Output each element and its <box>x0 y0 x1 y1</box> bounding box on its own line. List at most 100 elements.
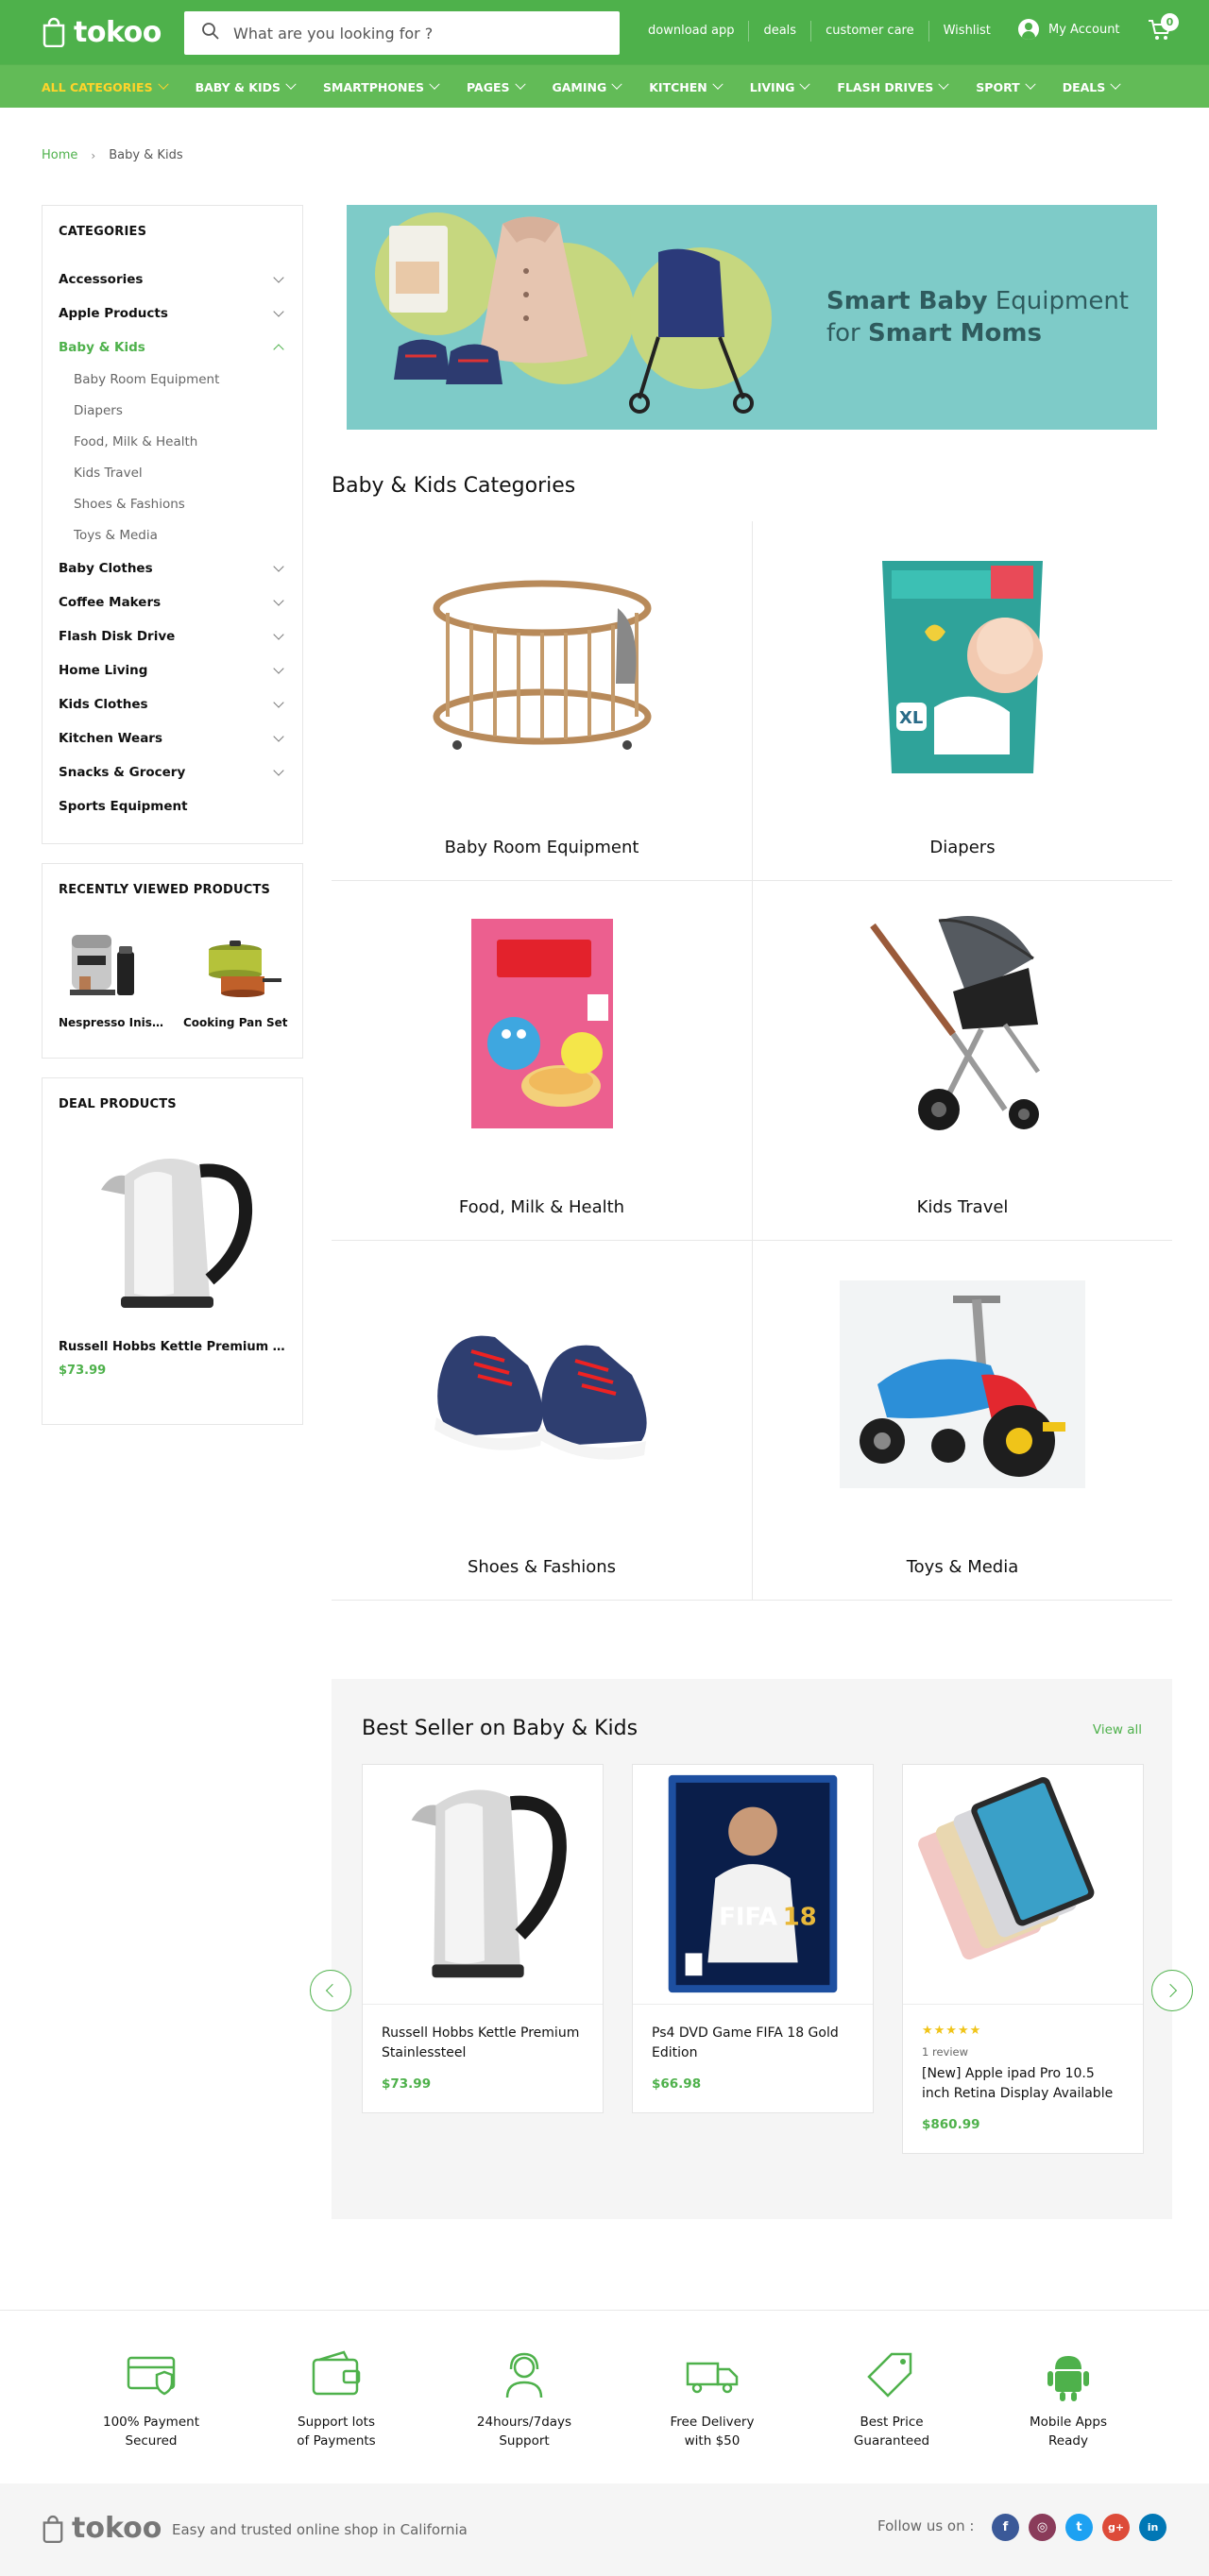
download-app-link[interactable]: download app <box>634 21 750 42</box>
recent-product-name[interactable]: Cooking Pan Set <box>183 1016 295 1029</box>
logo[interactable]: tokoo <box>42 13 162 51</box>
product-card[interactable]: Russell Hobbs Kettle Premium Stainlesste… <box>362 1764 604 2113</box>
chevron-down-icon <box>712 78 724 90</box>
recent-product-name[interactable]: Nespresso Inissia Espresso Maker <box>59 1016 170 1029</box>
product-image[interactable] <box>363 1765 603 2005</box>
category-kitchen-wears[interactable]: Kitchen Wears <box>59 721 286 755</box>
search-icon <box>201 22 233 44</box>
user-icon <box>1018 19 1039 40</box>
category-tile-kids-travel[interactable]: Kids Travel <box>752 881 1172 1241</box>
chevron-down-icon[interactable] <box>273 629 284 640</box>
chevron-down-icon[interactable] <box>273 731 284 742</box>
nav-kitchen[interactable]: KITCHEN <box>649 78 724 94</box>
chevron-down-icon[interactable] <box>273 272 284 283</box>
category-tile-label[interactable]: Baby Room Equipment <box>332 838 752 857</box>
chevron-down-icon[interactable] <box>273 306 284 317</box>
chevron-down-icon[interactable] <box>273 663 284 674</box>
category-tile-toys[interactable]: Toys & Media <box>752 1241 1172 1601</box>
category-tile-label[interactable]: Toys & Media <box>753 1557 1172 1577</box>
footer-tagline: Easy and trusted online shop in Californ… <box>172 2521 468 2538</box>
wishlist-link[interactable]: Wishlist <box>929 21 1005 42</box>
carousel-next-button[interactable] <box>1151 1970 1193 2011</box>
category-grid: Baby Room Equipment XL Diapers Food, Mil… <box>332 521 1172 1601</box>
deals-link[interactable]: deals <box>749 21 812 42</box>
chevron-up-icon[interactable] <box>273 344 284 355</box>
espresso-machine-image[interactable] <box>59 924 170 1008</box>
recent-product[interactable]: Cooking Pan Set <box>183 924 295 1029</box>
category-accessories[interactable]: Accessories <box>59 263 286 297</box>
product-card[interactable]: FIFA 18 Ps4 DVD Game FIFA 18 Gold Editio… <box>632 1764 874 2113</box>
chevron-down-icon[interactable] <box>273 561 284 572</box>
banner-line1-rest: Equipment <box>995 287 1129 315</box>
promo-banner[interactable]: Smart Baby Equipment for Smart Moms <box>347 205 1157 430</box>
google-plus-icon[interactable]: g+ <box>1102 2514 1130 2541</box>
subcategory-kids-travel[interactable]: Kids Travel <box>59 458 286 489</box>
subcategory-baby-room-equipment[interactable]: Baby Room Equipment <box>59 364 286 396</box>
subcategory-shoes-fashions[interactable]: Shoes & Fashions <box>59 489 286 520</box>
carousel-prev-button[interactable] <box>310 1970 351 2011</box>
category-home-living[interactable]: Home Living <box>59 653 286 687</box>
category-tile-label[interactable]: Diapers <box>753 838 1172 857</box>
nav-living[interactable]: LIVING <box>750 78 811 94</box>
category-tile-baby-room[interactable]: Baby Room Equipment <box>332 521 752 881</box>
breadcrumb-home[interactable]: Home <box>42 148 77 162</box>
category-flash-disk-drive[interactable]: Flash Disk Drive <box>59 619 286 653</box>
nav-sport[interactable]: SPORT <box>976 78 1036 94</box>
chevron-down-icon[interactable] <box>273 595 284 606</box>
product-name[interactable]: [New] Apple ipad Pro 10.5 inch Retina Di… <box>922 2064 1124 2104</box>
twitter-icon[interactable]: t <box>1065 2514 1093 2541</box>
footer-logo[interactable]: tokoo <box>42 2512 162 2545</box>
feature-line1: 100% Payment <box>103 2415 199 2430</box>
product-card[interactable]: ★★★★★ 1 review [New] Apple ipad Pro 10.5… <box>902 1764 1144 2154</box>
deal-product-name[interactable]: Russell Hobbs Kettle Premium Stainlesste… <box>59 1340 286 1354</box>
category-apple-products[interactable]: Apple Products <box>59 297 286 330</box>
category-tile-diapers[interactable]: XL Diapers <box>752 521 1172 881</box>
secure-payment-icon <box>127 2356 176 2396</box>
subcategory-toys-media[interactable]: Toys & Media <box>59 520 286 551</box>
category-tile-food[interactable]: Food, Milk & Health <box>332 881 752 1241</box>
nav-label: PAGES <box>467 79 510 94</box>
review-count[interactable]: 1 review <box>922 2045 1124 2059</box>
product-image[interactable]: FIFA 18 <box>633 1765 873 2005</box>
category-baby-kids[interactable]: Baby & Kids <box>59 330 286 364</box>
category-tile-label[interactable]: Shoes & Fashions <box>332 1557 752 1577</box>
recent-product[interactable]: Nespresso Inissia Espresso Maker <box>59 924 170 1029</box>
category-coffee-makers[interactable]: Coffee Makers <box>59 585 286 619</box>
category-tile-shoes[interactable]: Shoes & Fashions <box>332 1241 752 1601</box>
footer-logo-text: tokoo <box>72 2512 162 2545</box>
nav-baby-kids[interactable]: BABY & KIDS <box>196 78 297 94</box>
facebook-icon[interactable]: f <box>992 2514 1019 2541</box>
nav-flash-drives[interactable]: FLASH DRIVES <box>837 78 949 94</box>
cooking-pan-image[interactable] <box>183 924 295 1008</box>
category-kids-clothes[interactable]: Kids Clothes <box>59 687 286 721</box>
recently-viewed-title: RECENTLY VIEWED PRODUCTS <box>59 883 271 897</box>
product-name[interactable]: Ps4 DVD Game FIFA 18 Gold Edition <box>652 2024 854 2063</box>
chevron-down-icon[interactable] <box>273 765 284 776</box>
linkedin-icon[interactable]: in <box>1139 2514 1166 2541</box>
category-tile-label[interactable]: Kids Travel <box>753 1197 1172 1217</box>
view-all-link[interactable]: View all <box>1093 1722 1142 1737</box>
nav-smartphones[interactable]: SMARTPHONES <box>323 78 440 94</box>
nav-all-categories[interactable]: ALL CATEGORIES <box>42 78 169 94</box>
product-image[interactable] <box>903 1765 1143 2005</box>
top-links: download app deals customer care Wishlis… <box>634 21 1005 42</box>
search-input[interactable] <box>233 24 592 42</box>
nav-gaming[interactable]: GAMING <box>553 78 622 94</box>
category-sports-equipment[interactable]: Sports Equipment <box>59 789 286 823</box>
product-name[interactable]: Russell Hobbs Kettle Premium Stainlesste… <box>382 2024 584 2063</box>
nav-deals[interactable]: DEALS <box>1063 78 1121 94</box>
price-tag-icon <box>867 2352 912 2398</box>
breadcrumb: Home › Baby & Kids <box>42 148 183 162</box>
category-tile-label[interactable]: Food, Milk & Health <box>332 1197 752 1217</box>
category-baby-clothes[interactable]: Baby Clothes <box>59 551 286 585</box>
category-snacks-grocery[interactable]: Snacks & Grocery <box>59 755 286 789</box>
my-account-link[interactable]: My Account <box>1018 19 1120 40</box>
subcategory-food-milk-health[interactable]: Food, Milk & Health <box>59 427 286 458</box>
nav-pages[interactable]: PAGES <box>467 78 526 94</box>
customer-care-link[interactable]: customer care <box>811 21 929 42</box>
instagram-icon[interactable]: ◎ <box>1029 2514 1056 2541</box>
kettle-image[interactable] <box>59 1138 286 1327</box>
chevron-down-icon[interactable] <box>273 697 284 708</box>
subcategory-diapers[interactable]: Diapers <box>59 396 286 427</box>
cart-button[interactable]: 0 <box>1148 13 1179 45</box>
